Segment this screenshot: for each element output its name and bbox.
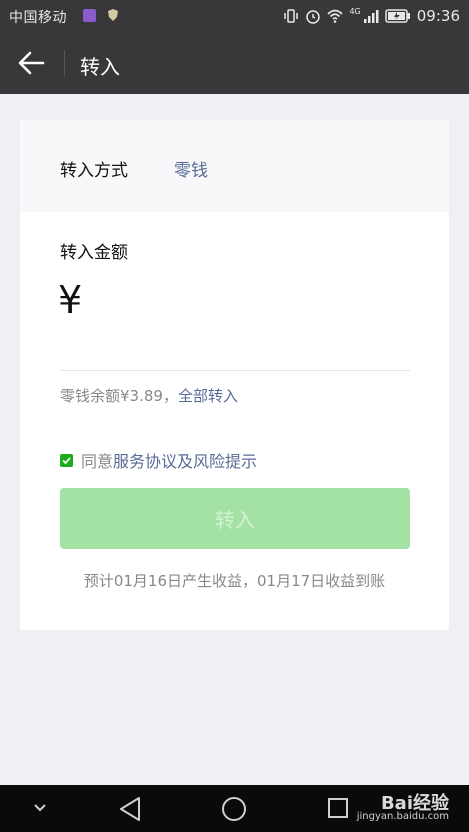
back-triangle-icon[interactable] (118, 796, 142, 822)
transfer-all-link[interactable]: 全部转入 (178, 387, 238, 405)
earnings-estimate: 预计01月16日产生收益，01月17日收益到账 (83, 572, 386, 590)
agree-prefix: 同意 (81, 452, 114, 471)
wifi-icon (327, 9, 344, 23)
watermark-site: jingyan.baidu.com (356, 811, 449, 822)
status-bar: 中国移动 4G 09:36 (0, 0, 469, 32)
currency-symbol: ¥ (58, 278, 83, 322)
network-type: 4G (349, 7, 361, 16)
app-notification-icon (83, 9, 96, 22)
battery-icon (385, 9, 410, 23)
clock: 09:36 (416, 7, 460, 25)
balance-text: 零钱余额¥3.89， (60, 387, 178, 405)
check-icon (62, 456, 71, 464)
arrow-left-icon[interactable] (17, 50, 45, 76)
system-nav-bar: Bai经验 jingyan.baidu.com (0, 785, 469, 832)
service-agreement-link[interactable]: 服务协议及风险提示 (113, 448, 257, 472)
page-title: 转入 (80, 55, 120, 79)
transfer-method-value[interactable]: 零钱 (174, 156, 208, 181)
amount-underline (60, 370, 410, 371)
vibrate-icon (284, 9, 299, 23)
shield-notification-icon (108, 9, 118, 21)
balance-row: 零钱余额¥3.89，全部转入 (60, 385, 238, 406)
transfer-method-label: 转入方式 (60, 161, 128, 181)
transfer-in-button[interactable]: 转入 (60, 488, 410, 549)
status-icons: 4G 09:36 (283, 7, 460, 25)
nav-bar: 转入 (0, 32, 469, 94)
nav-divider (64, 50, 65, 77)
carrier-name: 中国移动 (9, 10, 67, 26)
amount-label: 转入金额 (60, 243, 128, 263)
transfer-method-row[interactable]: 转入方式 零钱 (20, 120, 449, 212)
home-circle-icon[interactable] (221, 796, 247, 822)
agree-checkbox[interactable] (60, 453, 73, 467)
recents-square-icon[interactable] (327, 797, 349, 819)
chevron-down-icon[interactable] (33, 803, 47, 813)
transfer-card: 转入方式 零钱 转入金额 ¥ 零钱余额¥3.89，全部转入 同意 服务协议及风险提… (20, 120, 449, 630)
agreement-row: 同意 服务协议及风险提示 (60, 448, 257, 472)
signal-icon (363, 10, 379, 23)
amount-input[interactable] (100, 280, 409, 332)
alarm-icon (306, 10, 321, 24)
